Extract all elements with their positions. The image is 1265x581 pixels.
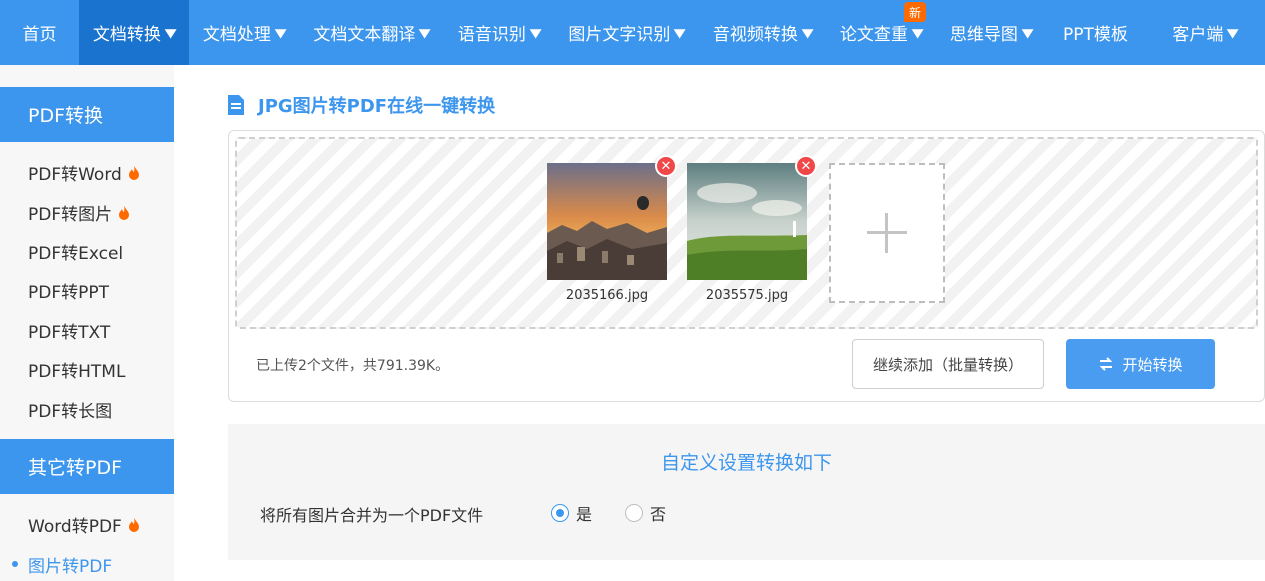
nav-item-label: 论文查重 [839,25,908,45]
nav-item-ppt-template[interactable]: PPT模板 [1046,0,1145,65]
sidebar: PDF转换 PDF转Word PDF转图片 PDF转Excel PDF转PPT … [0,65,174,581]
nav-item-label: 文档处理 [202,25,271,45]
file-thumb: 2035166.jpg ✕ [547,155,677,303]
app-root: 首页 文档转换 ▼ 文档处理 ▼ 文档文本翻译 ▼ 语音识别 ▼ 图片文字识别 ▼ 音视频… [0,0,1265,581]
merge-yes-radio[interactable]: 是 [551,501,592,525]
nav-item-label: 音视频转换 [712,25,798,45]
caret-down-icon: ▼ [1226,25,1239,40]
start-convert-label: 开始转换 [1122,355,1183,374]
sidebar-item-pdf-to-ppt[interactable]: PDF转PPT [28,278,110,303]
caret-down-icon: ▼ [673,25,686,40]
fire-icon [119,204,130,220]
sidebar-item-pdf-to-txt[interactable]: PDF转TXT [28,318,111,343]
caret-down-icon: ▼ [911,25,924,40]
sidebar-item-label: PDF转长图 [28,401,113,422]
start-convert-button[interactable]: 开始转换 [1066,339,1215,389]
caret-down-icon: ▼ [274,25,287,40]
nav-item-translate[interactable]: 文档文本翻译 ▼ [299,0,444,65]
file-name: 2035166.jpg [565,288,649,303]
close-icon: ✕ [800,158,812,174]
close-icon: ✕ [660,158,672,174]
add-file-tile[interactable] [829,163,945,303]
nav-item-label: 首页 [22,25,57,45]
nav-item-label: 语音识别 [457,25,526,45]
sidebar-item-pdf-to-word[interactable]: PDF转Word [28,160,140,185]
sidebar-item-label: PDF转Word [28,164,122,185]
sidebar-item-label: PDF转TXT [28,322,111,343]
nav-item-client[interactable]: 客户端 ▼ [1145,0,1265,65]
new-badge: 新 [904,2,926,22]
sidebar-item-pdf-to-long-image[interactable]: PDF转长图 [28,397,113,422]
nav-item-speech[interactable]: 语音识别 ▼ [444,0,554,65]
sidebar-item-image-to-pdf[interactable]: 图片转PDF [12,552,113,577]
nav-item-mindmap[interactable]: 思维导图 ▼ [936,0,1046,65]
remove-file-button[interactable]: ✕ [795,155,817,177]
radio-label: 否 [650,505,667,524]
radio-label: 是 [576,505,593,524]
file-preview-image [547,163,667,280]
nav-item-label: 文档转换 [92,25,161,45]
upload-card: 2035166.jpg ✕ 2035575.jpg ✕ 已上传2个文件，共791… [228,130,1265,402]
continue-add-button[interactable]: 继续添加（批量转换） [852,339,1044,389]
swap-icon [1100,357,1113,371]
sidebar-item-word-to-pdf[interactable]: Word转PDF [28,512,140,537]
sidebar-item-label: PDF转Excel [28,243,124,264]
nav-item-home[interactable]: 首页 [0,0,79,65]
sidebar-item-pdf-to-html[interactable]: PDF转HTML [28,357,126,382]
nav-item-label: 客户端 [1172,25,1224,45]
caret-down-icon: ▼ [529,25,542,40]
fire-icon [128,516,139,532]
radio-checked-icon [551,504,569,522]
caret-down-icon: ▼ [164,25,177,40]
nav-item-ocr[interactable]: 图片文字识别 ▼ [554,0,699,65]
merge-setting-label: 将所有图片合并为一个PDF文件 [260,506,484,525]
current-dot-icon [12,561,18,567]
nav-item-av-convert[interactable]: 音视频转换 ▼ [699,0,826,65]
sidebar-item-pdf-to-excel[interactable]: PDF转Excel [28,239,124,264]
merge-no-radio[interactable]: 否 [625,501,666,525]
sidebar-item-label: 图片转PDF [28,556,113,577]
remove-file-button[interactable]: ✕ [655,155,677,177]
caret-down-icon: ▼ [418,25,431,40]
settings-panel: 自定义设置转换如下 将所有图片合并为一个PDF文件 是 否 [228,424,1265,560]
sidebar-item-label: Word转PDF [28,516,122,537]
plus-icon [867,213,907,253]
caret-down-icon: ▼ [801,25,814,40]
document-icon [228,95,244,115]
page-title: JPG图片转PDF在线一键转换 [226,92,495,118]
settings-title: 自定义设置转换如下 [660,452,832,474]
sidebar-item-pdf-to-image[interactable]: PDF转图片 [28,200,130,225]
nav-item-doc-convert[interactable]: 文档转换 ▼ [79,0,189,65]
nav-item-label: 思维导图 [949,25,1018,45]
caret-down-icon: ▼ [1021,25,1034,40]
sidebar-item-label: PDF转PPT [28,282,110,303]
file-thumb: 2035575.jpg ✕ [687,155,817,303]
dropzone[interactable]: 2035166.jpg ✕ 2035575.jpg ✕ [235,137,1258,329]
nav-item-plagiarism[interactable]: 论文查重 ▼ 新 [826,0,936,65]
nav-item-label: 图片文字识别 [568,25,671,45]
sidebar-group-title: PDF转换 [0,87,174,142]
fire-icon [128,164,139,180]
file-preview-image [687,163,807,280]
nav-item-doc-process[interactable]: 文档处理 ▼ [189,0,299,65]
radio-unchecked-icon [625,504,643,522]
page-title-text: JPG图片转PDF在线一键转换 [258,96,496,117]
sidebar-item-label: PDF转图片 [28,204,113,225]
sidebar-group-title: 其它转PDF [0,439,174,494]
file-name: 2035575.jpg [705,288,789,303]
nav-item-label: PPT模板 [1063,25,1128,45]
sidebar-item-label: PDF转HTML [28,361,126,382]
top-nav: 首页 文档转换 ▼ 文档处理 ▼ 文档文本翻译 ▼ 语音识别 ▼ 图片文字识别 ▼ 音视频… [0,0,1265,65]
nav-item-label: 文档文本翻译 [313,25,416,45]
upload-status-text: 已上传2个文件，共791.39K。 [256,358,450,374]
